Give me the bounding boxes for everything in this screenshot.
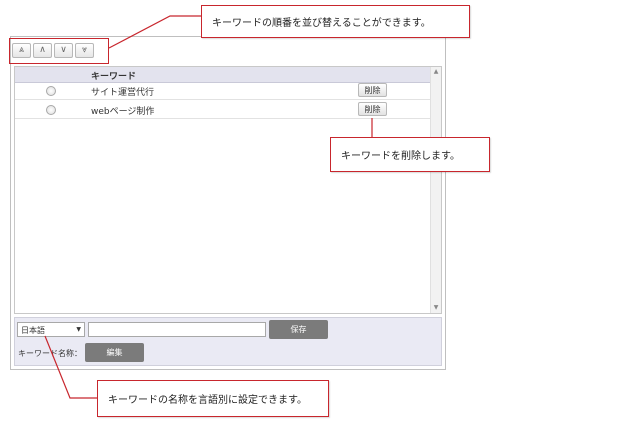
language-callout: キーワードの名称を言語別に設定できます。 (97, 380, 329, 417)
callout-leader-lines (44, 15, 373, 399)
delete-callout: キーワードを削除します。 (330, 137, 490, 172)
reorder-callout: キーワードの順番を並び替えることができます。 (201, 5, 470, 38)
